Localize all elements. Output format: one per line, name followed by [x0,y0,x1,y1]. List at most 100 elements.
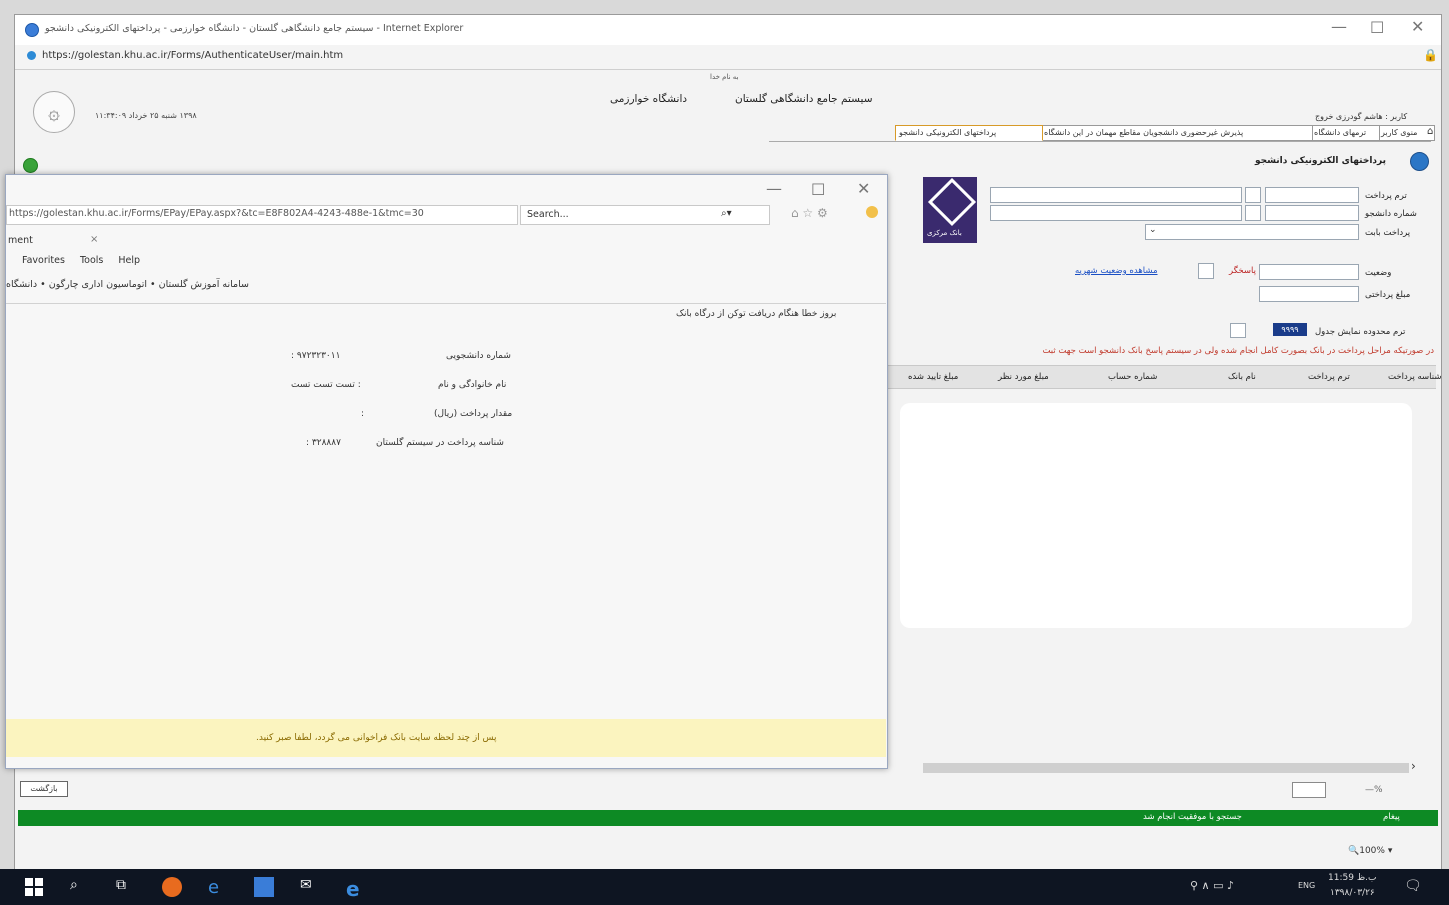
view-icon-button[interactable] [1198,263,1214,279]
fav-university[interactable]: دانشگاه [6,279,37,290]
popup-tab[interactable]: ment × [6,233,106,249]
col-account: شماره حساب [1108,372,1158,382]
redirect-notice-bar: پس از چند لحظه سایت بانک فراخوانی می گرد… [6,719,886,757]
popup-search-box[interactable]: Search... ⌕▾ [520,205,770,225]
col-amount: مبلغ مورد نظر [998,372,1049,382]
tab-bar: منوی کاربر ترمهای دانشگاه پذیرش غیرحضوری… [775,125,1435,141]
popup-close-button[interactable]: ✕ [857,179,870,198]
horizontal-scrollbar[interactable] [923,763,1409,773]
tab-divider [769,141,1431,142]
row-payment-id-value: ۳۲۸۸۸۷ : [306,438,341,448]
popup-tab-label: ment [8,235,33,246]
popup-minimize-button[interactable]: — [766,179,782,198]
section-icon [1410,152,1429,171]
popup-search-placeholder: Search... [527,209,569,220]
payment-for-select[interactable]: ⌄ [1145,224,1359,240]
warning-text: در صورتیکه مراحل پرداخت در بانک بصورت کا… [1042,346,1434,356]
tab-terms[interactable]: ترمهای دانشگاه [1310,125,1380,141]
chevron-down-icon: ⌄ [1149,225,1157,235]
row-amount-label: مقدار پرداخت (ریال) [434,409,513,419]
amount-label: مبلغ پرداختی [1365,290,1411,300]
popup-maximize-button[interactable]: ☐ [811,180,825,199]
windows-start-icon[interactable] [24,877,44,897]
status-input[interactable] [1259,264,1359,280]
table-header: شناسه پرداخت ترم پرداخت نام بانک شماره ح… [888,365,1441,389]
popup-url[interactable]: https://golestan.khu.ac.ir/Forms/EPay/EP… [9,208,424,219]
tray-icons[interactable]: ⚲ ∧ ▭ ♪ [1190,879,1234,892]
fav-automation[interactable]: اتوماسیون اداری چارگون [49,279,147,290]
title-bar: سیستم جامع دانشگاهی گلستان - دانشگاه خوا… [15,15,1441,45]
ie-logo-icon [25,23,39,37]
tab-epayment[interactable]: پرداختهای الکترونیکی دانشجو [895,125,1043,141]
col-term: ترم پرداخت [1308,372,1350,382]
home-icon[interactable]: ⌂ [1427,126,1433,137]
student-help-button[interactable] [1245,205,1261,221]
section-title: پرداختهای الکترونیکی دانشجو [1255,156,1387,166]
zoom-level[interactable]: 🔍100% ▾ [1348,846,1392,856]
tab-guest-admission[interactable]: پذیرش غیرحضوری دانشجویان مقاطع مهمان در … [1040,125,1313,141]
mail-icon[interactable]: ✉ [300,877,320,897]
search-icon[interactable]: ⌕ [70,877,90,897]
message-label: پیغام [1383,812,1400,822]
search-icon[interactable]: ⌕▾ [721,208,732,219]
payment-for-label: پرداخت بابت [1365,228,1411,238]
view-tuition-link[interactable]: مشاهده وضعیت شهریه [1075,266,1158,276]
percent-icon: —% [1365,785,1383,795]
clock-time[interactable]: 11:59 ب.ظ [1328,873,1376,883]
menu-help[interactable]: Help [118,255,140,266]
row-amount-value: : [361,409,365,419]
col-payment-id: شناسه پرداخت [1388,372,1442,382]
col-bank: نام بانک [1228,372,1256,382]
window-title: سیستم جامع دانشگاهی گلستان - دانشگاه خوا… [45,23,464,34]
close-button[interactable]: ✕ [1411,17,1424,36]
small-button[interactable] [1292,782,1326,798]
minimize-button[interactable]: — [1331,17,1347,36]
zoom-value: 100% [1359,846,1385,856]
user-links[interactable]: کاربر : هاشم گودرزی خروج [1315,112,1407,121]
internet-explorer-icon[interactable]: e [346,877,366,901]
scroll-right-icon[interactable]: › [1411,759,1416,773]
taskbar: ⌕ ⧉ e ✉ e ⚲ ∧ ▭ ♪ ENG 11:59 ب.ظ ۱۳۹۸/۰۳/… [0,869,1449,905]
results-table-body [900,403,1412,628]
home-star-gear-icons[interactable]: ⌂ ☆ ⚙ [791,206,828,220]
menu-tools[interactable]: Tools [80,255,103,266]
term-input[interactable] [1265,187,1359,203]
university-name: دانشگاه خوارزمی [610,93,688,105]
student-no-input[interactable] [1265,205,1359,221]
redirect-notice: پس از چند لحظه سایت بانک فراخوانی می گرد… [256,733,497,743]
page-count-label: ترم محدوده نمایش جدول [1315,327,1406,337]
row-name-value: : تست تست تست [291,380,361,390]
status-message: جستجو با موفقیت انجام شد [1143,812,1242,822]
task-view-icon[interactable]: ⧉ [116,877,136,897]
amount-input[interactable] [1259,286,1359,302]
notifications-icon[interactable]: 🗨 [1404,878,1422,894]
maximize-button[interactable]: ☐ [1370,18,1384,37]
bank-emblem-icon [927,177,977,227]
student-no-label: شماره دانشجو [1365,209,1417,219]
firefox-icon[interactable] [162,877,182,897]
language-indicator[interactable]: ENG [1298,881,1315,890]
row-student-no-value: ۹۷۲۳۲۳۰۱۱ : [291,351,341,361]
popup-notice: بروز خطا هنگام دریافت توکن از درگاه بانک [676,309,837,319]
page-help-button[interactable] [1230,323,1246,338]
fav-golestan[interactable]: سامانه آموزش گلستان [159,279,249,290]
popup-menu-bar: Favorites Tools Help [6,255,140,266]
edge-icon[interactable]: e [208,877,228,898]
page-count-input[interactable]: ۹۹۹۹ [1273,323,1307,336]
term-help-button[interactable] [1245,187,1261,203]
tab-close-icon[interactable]: × [90,234,98,245]
menu-favorites[interactable]: Favorites [22,255,65,266]
address-bar[interactable]: https://golestan.khu.ac.ir/Forms/Authent… [15,45,1441,70]
status-bar: جستجو با موفقیت انجام شد پیغام [18,810,1438,826]
url-text[interactable]: https://golestan.khu.ac.ir/Forms/Authent… [42,50,343,61]
smiley-icon[interactable] [866,206,878,218]
popup-address-bar[interactable]: https://golestan.khu.ac.ir/Forms/EPay/EP… [6,205,518,225]
clock-date[interactable]: ۱۳۹۸/۰۳/۲۶ [1330,888,1375,898]
system-title: سیستم جامع دانشگاهی گلستان [735,93,873,105]
receipt-label: پاسخگر [1229,266,1256,276]
student-name-field [990,205,1242,221]
store-icon[interactable] [254,877,274,897]
row-payment-id-label: شناسه پرداخت در سیستم گلستان [376,438,504,448]
site-icon [27,51,36,60]
back-button[interactable]: بازگشت [20,781,68,797]
